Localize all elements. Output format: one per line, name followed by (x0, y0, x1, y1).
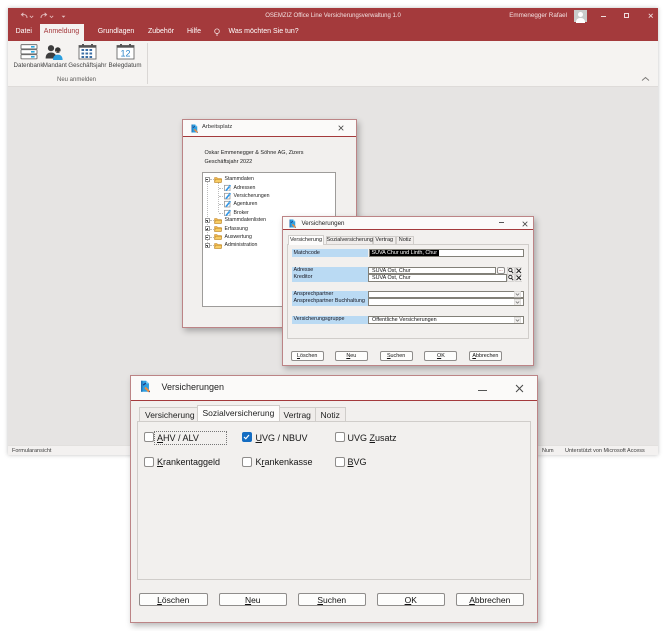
svg-text:12: 12 (120, 48, 130, 58)
